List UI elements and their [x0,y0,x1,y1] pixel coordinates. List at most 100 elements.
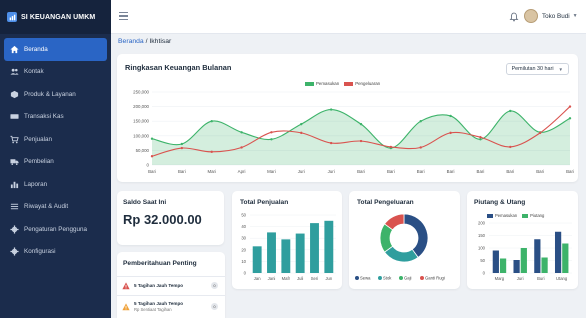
sales-bar [281,239,291,273]
x-tick-label: Bari [417,169,425,174]
expense-point [329,141,333,145]
expenses-donut-chart: Sewa Stok Gaji Ganti Rugi [355,213,445,281]
y-tick-label: 10 [241,259,246,264]
x-tick-label: Bari [506,169,514,174]
y-tick-label: 0 [147,163,150,168]
balance-amount: Rp 32.000.00 [123,212,202,227]
income-point [568,117,572,120]
notifications-card: Pemberitahuan Penting 5 Tagihan Jauh Tem… [117,252,225,318]
list-icon [9,202,19,212]
income-bar [554,231,562,273]
income-point [240,131,243,134]
user-menu[interactable]: Toko Budi ▼ [524,9,578,23]
sidebar-item-label: Pengaturan Pengguna [24,225,88,233]
sidebar-item-label: Laporan [24,180,48,188]
x-tick-label: Bari [566,169,574,174]
receivable-bar [541,257,548,273]
receivable-bar [499,258,507,273]
x-tick-label: Juri [298,169,305,174]
sales-card: Total Penjualan 50 40 30 20 10 0 Jan Jani Mafr Ju… [232,191,342,289]
sidebar-item-laporan[interactable]: Laporan [0,173,111,196]
y-tick-label: 20 [241,247,246,252]
hamburger-menu-icon[interactable] [119,12,128,20]
expense-point [300,131,303,135]
expense-point [389,145,393,149]
sidebar-item-kontak[interactable]: Kontak [0,61,111,84]
income-point [509,109,512,113]
brand[interactable]: SI KEUANGAN UMKM [0,0,111,34]
expense-point [509,145,512,149]
bell-icon[interactable] [509,12,519,22]
x-tick-label: Bari [178,169,186,174]
x-tick-label: Bari [477,169,485,174]
sales-bar [267,232,276,273]
breadcrumb-current: Ikhtisar [149,38,172,45]
gear-icon [9,247,19,257]
breadcrumb-separator: / [145,38,148,45]
income-point [419,120,422,123]
breadcrumb: Beranda / Ikhtisar [118,38,171,45]
sidebar-item-konfigurasi[interactable]: Konfigurasi [0,241,111,264]
sidebar-item-label: Riwayat & Audit [24,203,69,211]
income-point [449,114,452,118]
x-tick-label: Marg [495,276,505,281]
user-name: Toko Budi [542,12,570,20]
bar-chart-icon [9,179,19,189]
x-tick-label: Mari [207,169,216,174]
notification-item[interactable]: 5 Tagihan Jauh Tempo 0 [117,276,225,294]
y-tick-label: 50,000 [136,148,150,153]
notification-text: 5 Tagihan Jauh Tempo [134,300,184,306]
x-tick-label: Juri [328,169,335,174]
x-tick-label: Jani [268,276,276,281]
balance-card: Saldo Saat Ini Rp 32.000.00 [117,191,224,245]
sidebar-item-riwayat[interactable]: Riwayat & Audit [0,196,111,219]
legend-dot [399,276,403,280]
sidebar-item-label: Pembelian [24,158,54,166]
x-tick-label: Mafr [282,276,291,281]
sidebar-item-pembelian[interactable]: Pembelian [0,151,111,174]
expense-point [479,136,482,139]
sidebar-item-label: Penjualan [24,135,53,143]
income-point [329,108,333,111]
income-point [150,137,154,140]
x-tick-label: Bari [387,169,395,174]
legend-dot [355,276,359,280]
notification-count: 0 [211,282,218,289]
sales-bar-chart: 50 40 30 20 10 0 Jan Jani Mafr Juli Seri Jun [241,213,336,281]
avatar [524,9,538,23]
x-tick-label: Juri [517,276,524,281]
y-tick-label: 30 [241,236,246,241]
sidebar-item-transaksi-kas[interactable]: Transaksi Kas [0,106,111,129]
sidebar-item-penjualan[interactable]: Penjualan [0,128,111,151]
topbar: Toko Budi ▼ [111,0,586,34]
sidebar-item-beranda[interactable]: Beranda [4,38,107,61]
x-tick-label: Bari [536,169,544,174]
x-tick-label: Bari [357,169,365,174]
x-tick-label: Apri [238,169,246,174]
breadcrumb-home[interactable]: Beranda [118,38,144,45]
income-point [270,138,273,141]
donut-slice [403,213,429,258]
x-tick-label: Utang [556,276,568,281]
y-tick-label: 150 [478,233,486,238]
x-tick-label: Bari [148,169,156,174]
expense-point [240,146,243,149]
y-tick-label: 200,000 [133,104,149,109]
sales-bar [295,233,305,273]
cash-icon [9,112,19,122]
expense-point [270,131,273,134]
sidebar-item-label: Produk & Layanan [24,90,76,98]
income-point [210,120,213,123]
x-tick-label: Bari [447,169,455,174]
y-tick-label: 40 [241,224,246,229]
x-tick-label: Jan [254,276,261,281]
notification-count: 0 [211,303,218,310]
y-tick-label: 0 [483,271,486,276]
expenses-card: Total Pengeluaran Sewa Stok Gaji Ganti Rugi [349,191,460,289]
warning-icon [122,281,130,289]
sidebar-item-pengaturan-pengguna[interactable]: Pengaturan Pengguna [0,218,111,241]
x-tick-label: Juli [297,276,303,281]
sidebar-item-produk[interactable]: Produk & Layanan [0,83,111,106]
notification-item[interactable]: 5 Tagihan Jauh Tempo Rp Sentiaat Tagihan… [117,295,225,317]
income-point [300,122,303,126]
